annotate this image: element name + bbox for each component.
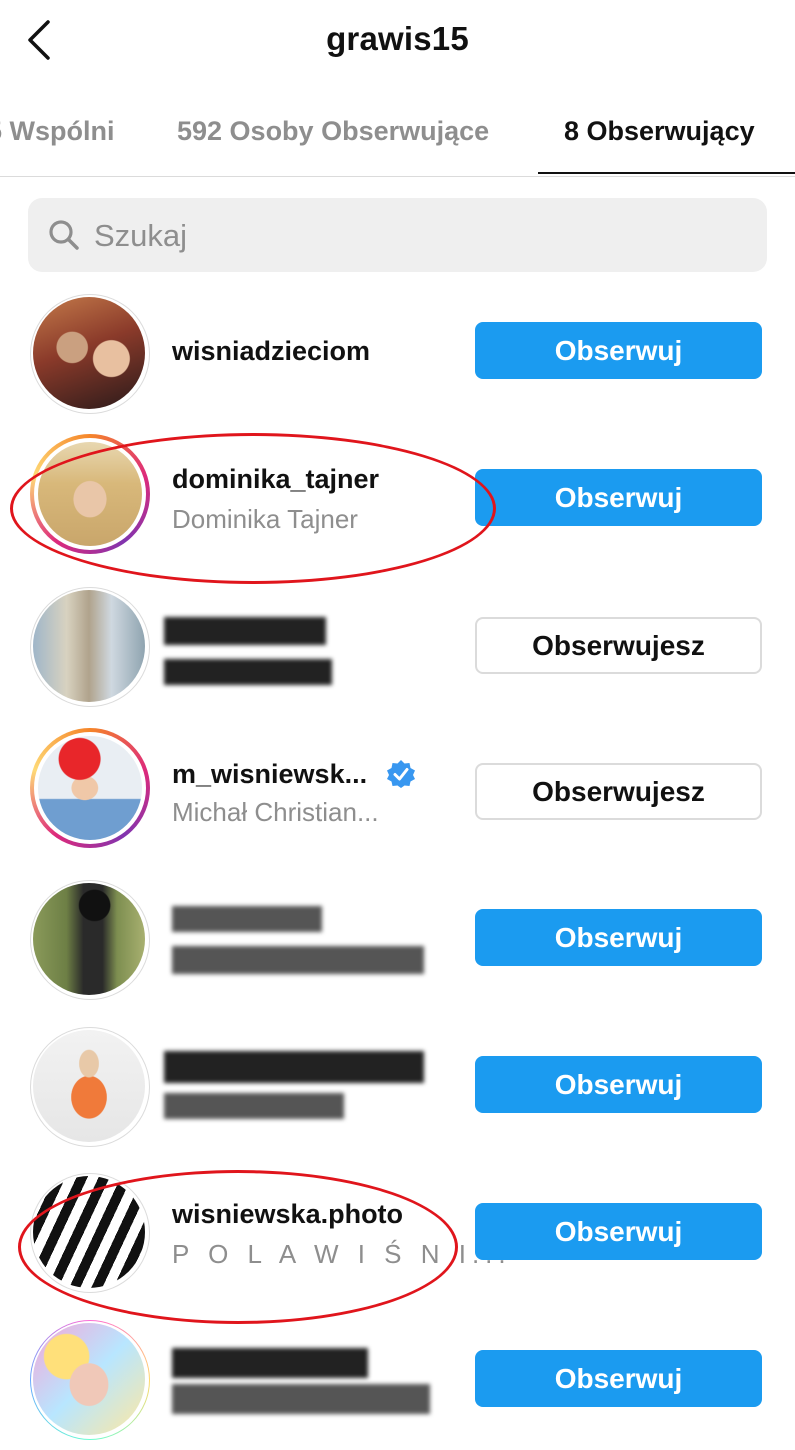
redacted-fullname: [164, 1093, 344, 1119]
avatar[interactable]: [30, 728, 150, 848]
avatar[interactable]: [30, 1173, 150, 1293]
follow-button[interactable]: Obserwuj: [475, 909, 762, 966]
tab-mutual[interactable]: 5 Wspólni: [0, 116, 115, 147]
header: grawis15: [0, 0, 795, 84]
list-item[interactable]: Obserwuj: [0, 1320, 795, 1450]
tab-followers[interactable]: 8 Obserwujący: [564, 116, 755, 147]
tab-following[interactable]: 592 Osoby Obserwujące: [177, 116, 489, 147]
username[interactable]: dominika_tajner: [172, 464, 379, 495]
username[interactable]: m_wisniewsk...: [172, 759, 367, 790]
list-item[interactable]: wisniadzieciom Obserwuj: [0, 294, 795, 424]
search-bar: [28, 198, 767, 272]
list-item[interactable]: dominika_tajner Dominika Tajner Obserwuj: [0, 434, 795, 564]
tab-bar: 5 Wspólni 592 Osoby Obserwujące 8 Obserw…: [0, 98, 795, 177]
following-button[interactable]: Obserwujesz: [475, 763, 762, 820]
search-icon: [49, 220, 79, 250]
redacted-username: [164, 617, 326, 645]
page-title: grawis15: [326, 20, 469, 57]
avatar[interactable]: [30, 587, 150, 707]
redacted-fullname: [164, 659, 332, 685]
follow-button[interactable]: Obserwuj: [475, 1203, 762, 1260]
verified-badge-icon: [387, 760, 415, 788]
list-item[interactable]: wisniewska.photo P O L A W I Ś N I... Ob…: [0, 1173, 795, 1303]
search-input[interactable]: [92, 208, 736, 264]
redacted-username: [164, 1051, 424, 1083]
follow-button[interactable]: Obserwuj: [475, 1350, 762, 1407]
avatar[interactable]: [30, 294, 150, 414]
follow-button[interactable]: Obserwuj: [475, 322, 762, 379]
avatar[interactable]: [30, 434, 150, 554]
follow-button[interactable]: Obserwuj: [475, 1056, 762, 1113]
redacted-username: [172, 906, 322, 932]
username[interactable]: wisniewska.photo: [172, 1199, 403, 1230]
redacted-fullname: [172, 1384, 430, 1414]
full-name: P O L A W I Ś N I...: [172, 1239, 512, 1269]
following-button[interactable]: Obserwujesz: [475, 617, 762, 674]
list-item[interactable]: Obserwuj: [0, 880, 795, 1010]
avatar[interactable]: [30, 1027, 150, 1147]
avatar[interactable]: [30, 880, 150, 1000]
redacted-fullname: [172, 946, 424, 974]
list-item[interactable]: Obserwujesz: [0, 587, 795, 717]
active-tab-indicator: [538, 172, 795, 174]
avatar[interactable]: [30, 1320, 150, 1440]
list-item[interactable]: Obserwuj: [0, 1027, 795, 1157]
follow-button[interactable]: Obserwuj: [475, 469, 762, 526]
full-name: Dominika Tajner: [172, 504, 358, 534]
full-name: Michał Christian...: [172, 797, 379, 827]
redacted-username: [172, 1348, 368, 1378]
list-item[interactable]: m_wisniewsk... Michał Christian... Obser…: [0, 728, 795, 858]
username[interactable]: wisniadzieciom: [172, 336, 370, 367]
